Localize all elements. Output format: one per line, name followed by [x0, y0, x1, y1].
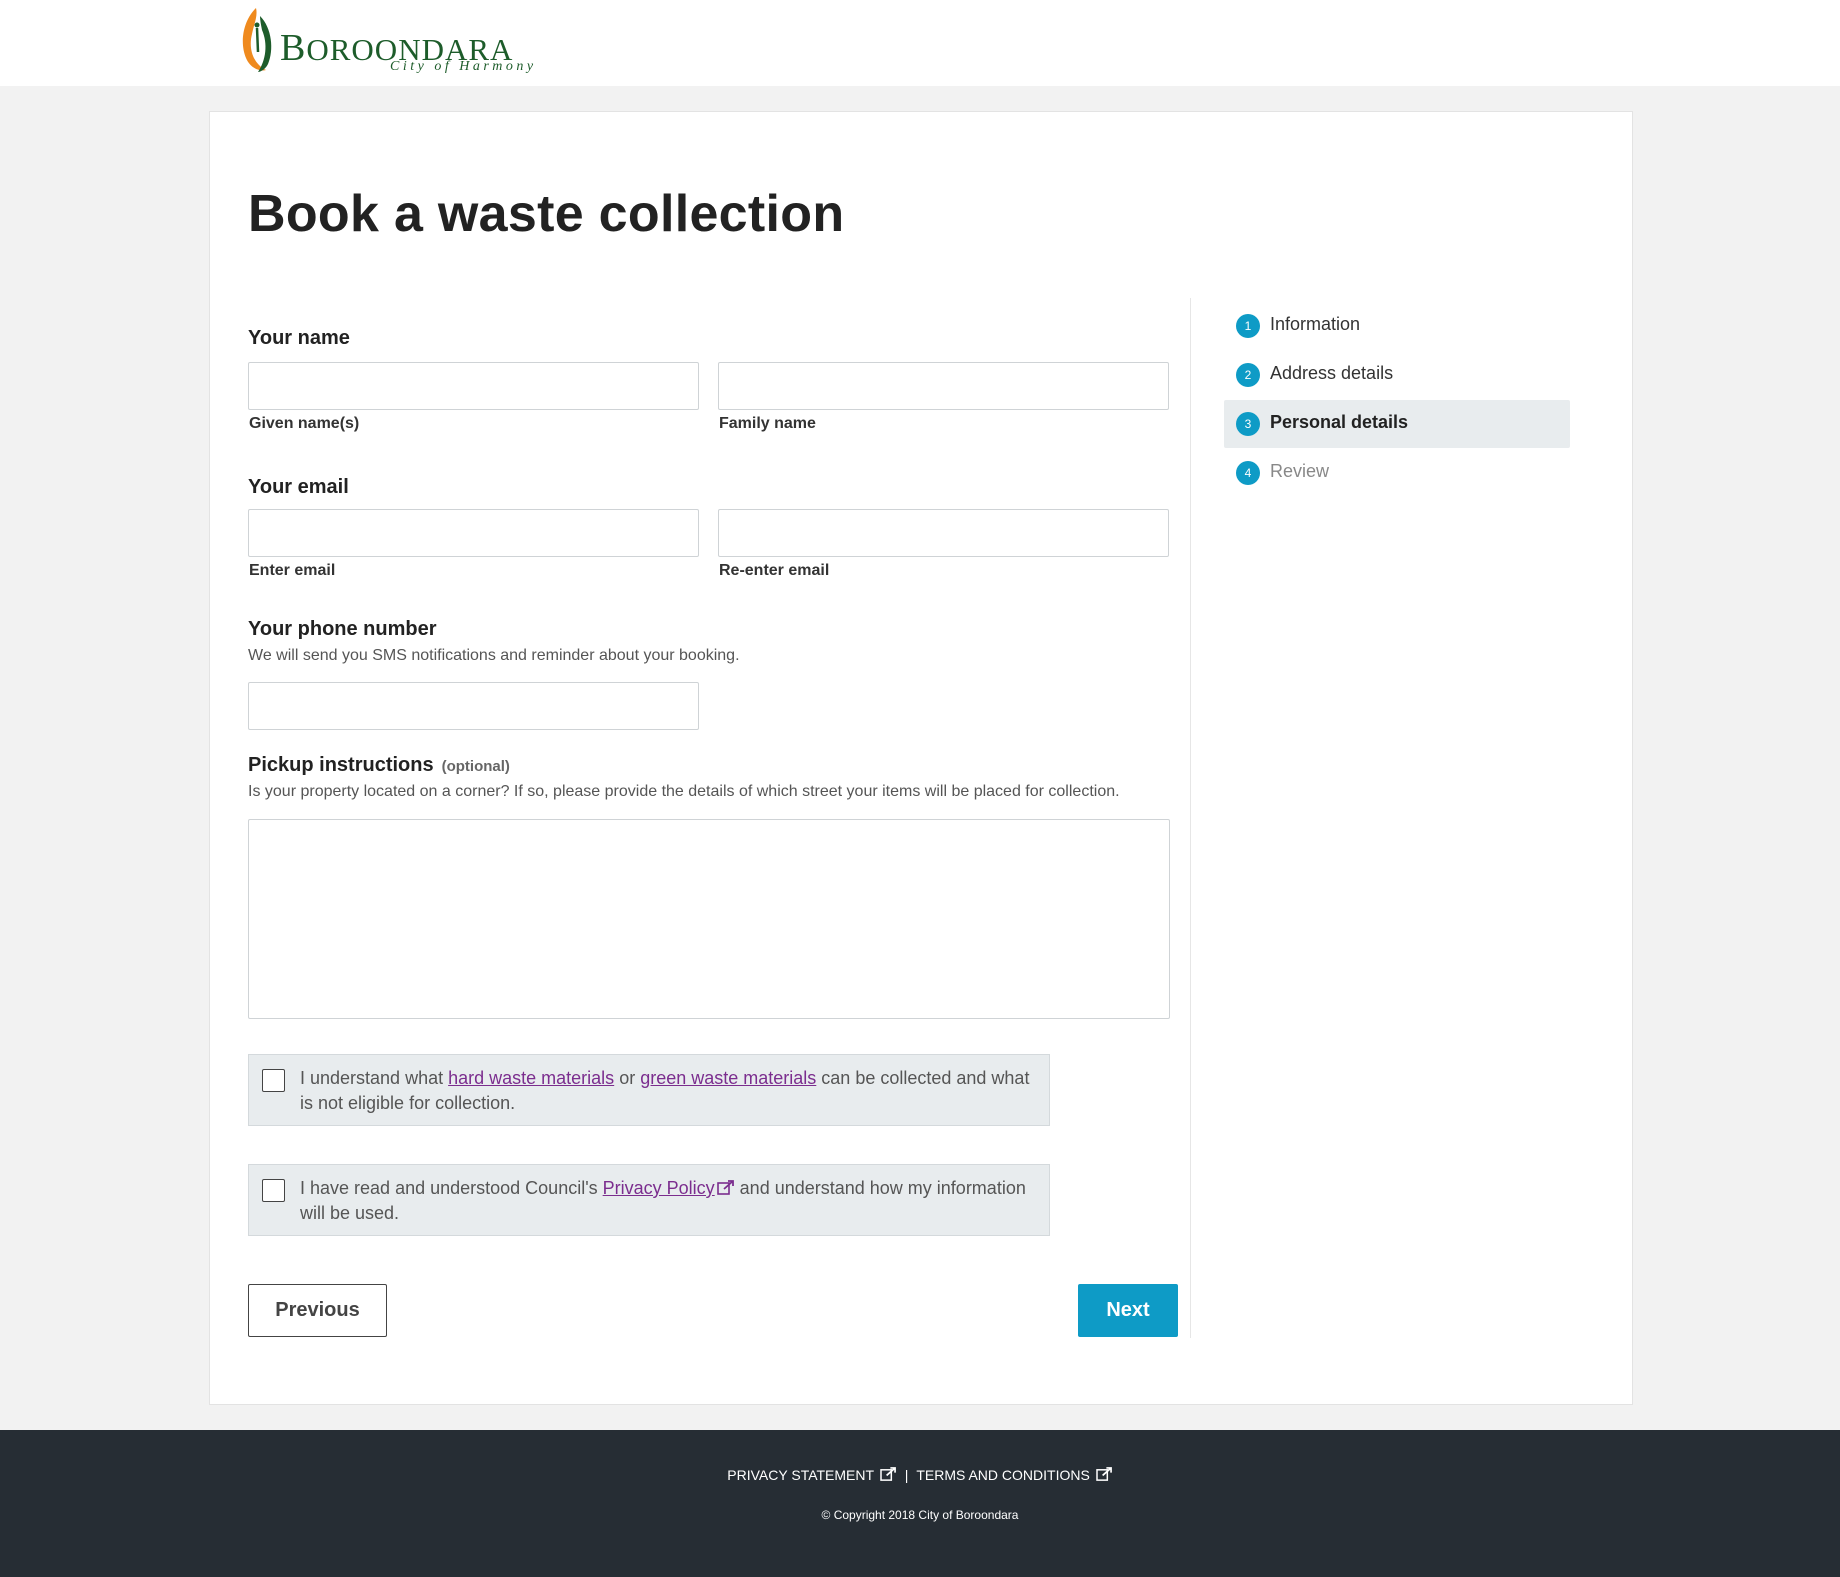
site-footer: PRIVACY STATEMENT | TERMS AND CONDITIONS … [0, 1430, 1840, 1577]
step-label: Address details [1270, 363, 1394, 383]
phone-help: We will send you SMS notifications and r… [248, 647, 740, 664]
waste-consent-text: I understand what hard waste materials o… [300, 1068, 1030, 1113]
waste-consent: I understand what hard waste materials o… [248, 1054, 1050, 1126]
reenter-email-input[interactable] [718, 509, 1169, 557]
step-review: 4 Review [1224, 449, 1570, 497]
name-heading: Your name [248, 327, 350, 349]
phone-heading: Your phone number [248, 618, 437, 640]
phone-input[interactable] [248, 682, 699, 730]
flame-leaf-icon [242, 8, 272, 72]
step-label: Personal details [1270, 412, 1409, 432]
step-information[interactable]: 1 Information [1224, 302, 1570, 350]
step-label: Information [1270, 314, 1361, 334]
boroondara-logo[interactable]: BOROONDARA City of Harmony [236, 6, 546, 76]
pickup-heading-text: Pickup instructions [248, 754, 434, 776]
step-number: 1 [1236, 314, 1260, 338]
footer-links: PRIVACY STATEMENT | TERMS AND CONDITIONS [0, 1467, 1840, 1483]
hard-waste-link[interactable]: hard waste materials [448, 1068, 614, 1088]
step-number: 3 [1236, 412, 1260, 436]
step-label: Review [1270, 461, 1330, 481]
email-heading: Your email [248, 476, 349, 498]
pickup-textarea[interactable] [248, 819, 1170, 1019]
external-link-icon [879, 1467, 896, 1481]
privacy-policy-link[interactable]: Privacy Policy [603, 1178, 715, 1198]
optional-tag: (optional) [441, 758, 510, 775]
green-waste-link[interactable]: green waste materials [640, 1068, 816, 1088]
family-name-input[interactable] [718, 362, 1169, 410]
progress-steps: 1 Information 2 Address details 3 Person… [1224, 302, 1570, 498]
given-name-label: Given name(s) [249, 415, 360, 432]
privacy-consent-checkbox[interactable] [262, 1179, 285, 1202]
privacy-consent-text: I have read and understood Council's Pri… [300, 1178, 1026, 1223]
site-header: BOROONDARA City of Harmony [0, 0, 1840, 86]
step-address-details[interactable]: 2 Address details [1224, 351, 1570, 399]
step-number: 4 [1236, 461, 1260, 485]
pickup-heading: Pickup instructions (optional) [248, 754, 510, 777]
terms-conditions-link[interactable]: TERMS AND CONDITIONS [916, 1467, 1112, 1483]
reenter-email-label: Re-enter email [719, 562, 830, 579]
privacy-consent: I have read and understood Council's Pri… [248, 1164, 1050, 1236]
booking-card: Book a waste collection Your name Given … [209, 111, 1633, 1405]
privacy-statement-link[interactable]: PRIVACY STATEMENT [727, 1467, 896, 1483]
given-name-input[interactable] [248, 362, 699, 410]
family-name-label: Family name [719, 415, 816, 432]
email-label: Enter email [249, 562, 336, 579]
next-button[interactable]: Next [1078, 1284, 1178, 1337]
step-number: 2 [1236, 363, 1260, 387]
external-link-icon [1095, 1467, 1112, 1481]
column-divider [1190, 298, 1191, 1338]
pickup-help: Is your property located on a corner? If… [248, 783, 1120, 800]
footer-separator: | [904, 1467, 909, 1483]
copyright-text: © Copyright 2018 City of Boroondara [821, 1508, 1019, 1522]
brand-tagline: City of Harmony [390, 59, 537, 74]
previous-button[interactable]: Previous [248, 1284, 387, 1337]
external-link-icon [716, 1180, 734, 1195]
step-personal-details[interactable]: 3 Personal details [1224, 400, 1570, 448]
waste-consent-checkbox[interactable] [262, 1069, 285, 1092]
email-input[interactable] [248, 509, 699, 557]
page-title: Book a waste collection [248, 185, 845, 243]
